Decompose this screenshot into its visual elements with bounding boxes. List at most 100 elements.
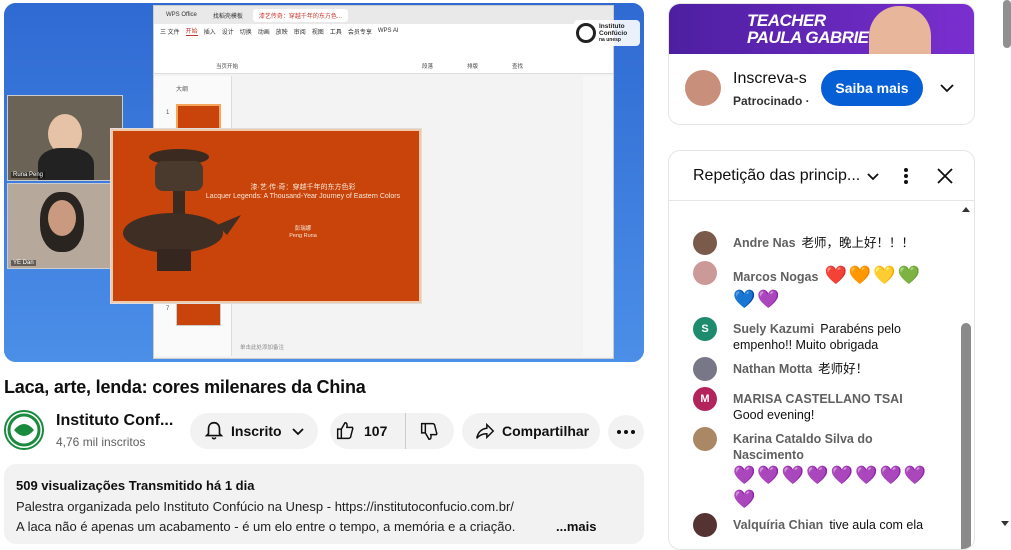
advertiser-avatar[interactable] (685, 70, 721, 106)
wps-menu-item-active: 开始 (185, 26, 198, 36)
author-name[interactable]: Valquíria Chian (733, 518, 823, 532)
share-button[interactable]: Compartilhar (462, 413, 600, 449)
message-text: 💜💜💜💜💜💜💜💜💜 (733, 465, 929, 509)
author-avatar[interactable] (693, 261, 717, 285)
chat-header: Repetição das princip... (669, 151, 974, 201)
chat-mode-selector[interactable]: Repetição das princip... (693, 167, 860, 185)
author-name[interactable]: Andre Nas (733, 236, 796, 250)
author-avatar[interactable]: S (693, 317, 717, 341)
author-avatar[interactable] (693, 231, 717, 255)
chevron-down-icon (291, 428, 304, 436)
wps-menu-item: 设计 (221, 29, 234, 36)
thumb-number: 7 (166, 306, 170, 312)
wps-menu-item: 会员专享 (347, 29, 372, 36)
description-box[interactable]: 509 visualizações Transmitido há 1 dia P… (4, 464, 644, 544)
slide-speaker-english: Peng Runa (289, 233, 317, 239)
sponsored-ad-card[interactable]: TEACHER PAULA GABRIELA Inscreva-s Patroc… (668, 3, 975, 125)
description-line: A laca não é apenas um acabamento - é um… (16, 519, 516, 534)
author-avatar[interactable]: M (693, 387, 717, 411)
channel-avatar[interactable] (4, 410, 44, 450)
scroll-up-arrow-icon[interactable] (961, 205, 971, 213)
slide-title-chinese: 漆·艺·传·奇：穿越千年的东方色彩 (250, 184, 356, 191)
author-name[interactable]: MARISA CASTELLANO TSAI (733, 391, 932, 407)
message-text: 老师，晚上好！！！ (801, 236, 915, 250)
wps-menu-item: 审阅 (293, 29, 306, 36)
notes-hint: 单击此处添加备注 (240, 345, 285, 351)
participant-name: Runa Peng (11, 172, 46, 178)
slide-thumbnail (176, 104, 221, 130)
message-text: 老师好！ (818, 362, 869, 376)
subscribed-button[interactable]: Inscrito (190, 413, 318, 449)
thumbs-up-icon (336, 422, 354, 440)
more-horizontal-icon (617, 430, 635, 434)
wps-tab-active: 漆艺传奇：穿越千年的东方色... (252, 8, 348, 22)
learn-more-button[interactable]: Saiba mais (821, 70, 923, 106)
logo-line: Confúcio (599, 30, 628, 37)
share-icon (476, 422, 495, 440)
logo-line: na unesp (599, 37, 621, 43)
show-more-link[interactable]: ...mais (552, 519, 597, 534)
wps-menu-item: 放映 (275, 29, 288, 36)
wps-menu-item: 工具 (329, 29, 342, 36)
author-name[interactable]: Suely Kazumi (733, 322, 814, 336)
author-name[interactable]: Marcos Nogas (733, 270, 818, 284)
wps-menu-item: 插入 (203, 29, 216, 36)
sponsored-label: Patrocinado · (733, 94, 810, 108)
participant-tile-2: YE Dan (7, 183, 123, 269)
ad-title: Inscreva-s (733, 70, 807, 87)
ribbon-label: 排版 (467, 64, 479, 70)
author-name[interactable]: Karina Cataldo Silva do Nascimento (733, 431, 932, 463)
ribbon-label: 查找 (512, 64, 524, 70)
bell-icon (204, 421, 224, 440)
ribbon-label: 当页开始 (216, 64, 239, 70)
channel-logo-icon (7, 413, 41, 447)
subscriber-count: 4,76 mil inscritos (56, 435, 146, 449)
like-count: 107 (364, 423, 388, 439)
participant-name: YE Dan (11, 260, 36, 266)
wps-menu-item: 切换 (239, 29, 252, 36)
scroll-down-arrow-icon[interactable] (1000, 520, 1010, 528)
participant-face (48, 200, 76, 236)
wps-tab: 找稻壳模板 (212, 13, 243, 20)
chat-scrollbar[interactable] (961, 323, 971, 549)
wps-menu-item: 三 文件 (160, 29, 180, 36)
author-name[interactable]: Nathan Motta (733, 362, 812, 376)
author-avatar[interactable] (693, 427, 717, 451)
current-slide: 漆·艺·传·奇：穿越千年的东方色彩 Lacquer Legends: A Tho… (110, 128, 422, 304)
wps-tab-bar: WPS Office 找稻壳模板 漆艺传奇：穿越千年的东方色... (154, 6, 613, 24)
ad-banner-line: TEACHER (747, 11, 826, 30)
slide-speaker-chinese: 彭瑞娜 (294, 226, 312, 232)
ad-banner[interactable]: TEACHER PAULA GABRIELA (669, 4, 974, 54)
instituto-confucio-watermark: Instituto Confúcio na unesp (574, 20, 640, 46)
share-label: Compartilhar (502, 423, 590, 439)
close-icon[interactable] (935, 166, 955, 186)
wps-menu-bar: 三 文件 开始 插入 设计 切换 动画 放映 审阅 视图 工具 会员专享 WPS… (154, 24, 613, 38)
like-dislike-group: 107 (330, 413, 454, 449)
channel-name[interactable]: Instituto Conf... (56, 412, 173, 430)
view-count-date: 509 visualizações Transmitido há 1 dia (16, 478, 255, 493)
video-player[interactable]: Runa Peng YE Dan WPS Office 找稻壳模板 漆艺传奇：穿… (4, 3, 644, 362)
subscribed-label: Inscrito (231, 423, 282, 439)
slide-title-english: Lacquer Legends: A Thousand-Year Journey… (205, 193, 401, 200)
like-button[interactable]: 107 (330, 413, 406, 449)
logo-line: Instituto (599, 23, 625, 30)
chevron-down-icon[interactable] (939, 80, 955, 96)
description-line: Palestra organizada pelo Instituto Confú… (16, 499, 514, 514)
thumbs-down-icon (420, 422, 438, 440)
author-avatar[interactable] (693, 513, 717, 537)
message-text: tive aula com ela (829, 518, 924, 532)
video-title: Laca, arte, lenda: cores milenares da Ch… (4, 377, 366, 397)
logo-icon (576, 23, 596, 43)
chat-replay-panel: Repetição das princip... Andre Nas 老师，晚上好… (668, 150, 975, 550)
dislike-button[interactable] (406, 413, 452, 449)
outline-label: 大纲 (176, 87, 189, 93)
wps-tab: WPS Office (166, 12, 197, 18)
more-actions-button[interactable] (608, 415, 644, 449)
ribbon-label: 段落 (422, 64, 434, 70)
participant-tile-1: Runa Peng (7, 95, 123, 181)
more-vertical-icon[interactable] (895, 165, 917, 187)
chevron-down-icon[interactable] (865, 168, 881, 184)
author-avatar[interactable] (693, 357, 717, 381)
page-scrollbar[interactable] (1003, 0, 1011, 48)
lacquer-vessel-image (123, 149, 241, 271)
